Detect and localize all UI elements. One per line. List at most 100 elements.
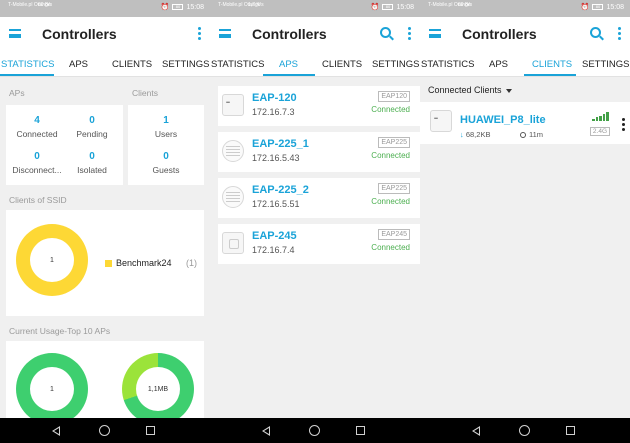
signal-bar bbox=[606, 112, 609, 121]
ap-status: Connected bbox=[371, 197, 410, 206]
band-badge: 2.4G bbox=[589, 127, 610, 136]
client-filter-dropdown[interactable]: Connected Clients bbox=[428, 85, 512, 95]
clients-header: Clients bbox=[132, 88, 158, 98]
android-nav-bar bbox=[210, 418, 420, 443]
more-options-icon[interactable] bbox=[618, 27, 622, 40]
client-name: HUAWEI_P8_lite bbox=[460, 114, 546, 126]
app-title: Controllers bbox=[42, 26, 117, 42]
tab-statistics[interactable]: STATISTICS bbox=[1, 59, 54, 70]
search-icon[interactable] bbox=[380, 27, 391, 38]
tab-indicator bbox=[524, 74, 576, 76]
ap-name: EAP-120 bbox=[252, 92, 297, 104]
ap-row[interactable]: EAP-225_2 172.16.5.51 EAP225 Connected bbox=[218, 178, 420, 218]
signal-bar bbox=[592, 119, 595, 121]
ap-row[interactable]: EAP-120 172.16.7.3 EAP120 Connected bbox=[218, 86, 420, 126]
tab-clients[interactable]: CLIENTS bbox=[112, 59, 152, 70]
usage-chart-card[interactable]: 1 1,1MB bbox=[6, 341, 204, 425]
aps-screen: T-Mobile.pl Orange 1,7 K/s ⏰ 80 15:08 Co… bbox=[210, 0, 420, 443]
tab-clients[interactable]: CLIENTS bbox=[322, 59, 362, 70]
app-bar: Controllers bbox=[420, 17, 630, 51]
clients-screen: T-Mobile.pl Orange 69 B/s ⏰ 80 15:08 Con… bbox=[420, 0, 630, 443]
dropdown-arrow-icon bbox=[505, 88, 512, 93]
app-bar: Controllers bbox=[210, 17, 420, 51]
hamburger-menu-icon[interactable] bbox=[9, 29, 21, 38]
legend-swatch bbox=[105, 260, 112, 267]
client-filter-label: Connected Clients bbox=[428, 85, 502, 95]
aps-header: APs bbox=[9, 88, 25, 98]
client-more-options-icon[interactable] bbox=[622, 118, 625, 133]
home-icon[interactable] bbox=[99, 425, 110, 436]
ap-name: EAP-245 bbox=[252, 230, 297, 242]
ap-model-badge: EAP245 bbox=[378, 229, 410, 240]
ap-round-icon bbox=[222, 140, 244, 162]
network-speed: 69 B/s bbox=[458, 2, 473, 8]
aps-stats-card[interactable]: 4 Connected 0 Pending 0 Disconnect... 0 … bbox=[6, 105, 123, 185]
network-speed: 1,7 K/s bbox=[248, 2, 264, 8]
disconnected-count: 0 bbox=[34, 151, 40, 162]
alarm-icon: ⏰ bbox=[160, 4, 170, 11]
users-count: 1 bbox=[163, 115, 169, 126]
back-icon[interactable] bbox=[262, 426, 270, 436]
recent-apps-icon[interactable] bbox=[356, 426, 365, 435]
device-icon bbox=[430, 110, 452, 132]
pending-label: Pending bbox=[76, 129, 108, 139]
signal-bar bbox=[595, 117, 599, 121]
tab-aps[interactable]: APS bbox=[69, 59, 88, 70]
pending-count: 0 bbox=[89, 115, 95, 126]
tab-aps[interactable]: APS bbox=[279, 59, 298, 70]
connected-count: 4 bbox=[34, 115, 40, 126]
tab-settings[interactable]: SETTINGS bbox=[582, 59, 630, 70]
tab-bar: STATISTICS APS CLIENTS SETTINGS bbox=[0, 51, 210, 77]
battery-icon: 80 bbox=[382, 4, 394, 10]
ap-model-badge: EAP120 bbox=[378, 91, 410, 102]
tab-statistics[interactable]: STATISTICS bbox=[211, 59, 264, 70]
clients-stats-card[interactable]: 1 Users 0 Guests bbox=[128, 105, 204, 185]
tab-settings[interactable]: SETTINGS bbox=[162, 59, 210, 70]
clock-time: 15:08 bbox=[186, 3, 204, 11]
ap-status: Connected bbox=[371, 151, 410, 160]
home-icon[interactable] bbox=[519, 425, 530, 436]
clock-time: 15:08 bbox=[396, 3, 414, 11]
search-icon[interactable] bbox=[590, 27, 601, 38]
back-icon[interactable] bbox=[472, 426, 480, 436]
tab-statistics[interactable]: STATISTICS bbox=[421, 59, 474, 70]
clients-list: Connected Clients HUAWEI_P8_lite ↓ 68,2K… bbox=[420, 78, 630, 418]
hamburger-menu-icon[interactable] bbox=[429, 29, 441, 38]
recent-apps-icon[interactable] bbox=[146, 426, 155, 435]
ssid-header: Clients of SSID bbox=[9, 195, 67, 205]
app-bar: Controllers bbox=[0, 17, 210, 51]
ap-name: EAP-225_1 bbox=[252, 138, 309, 150]
more-options-icon[interactable] bbox=[408, 27, 412, 40]
guests-label: Guests bbox=[152, 165, 180, 175]
recent-apps-icon[interactable] bbox=[566, 426, 575, 435]
tab-clients[interactable]: CLIENTS bbox=[532, 59, 572, 70]
clock-icon bbox=[520, 132, 526, 138]
ap-ip: 172.16.5.51 bbox=[252, 199, 300, 209]
connected-label: Connected bbox=[16, 129, 58, 139]
ap-status: Connected bbox=[371, 243, 410, 252]
status-bar: T-Mobile.pl Orange 60 B/s ⏰ 80 15:08 bbox=[0, 0, 210, 17]
ssid-donut-value: 1 bbox=[30, 238, 74, 282]
signal-bar bbox=[602, 113, 606, 121]
ap-model-badge: EAP225 bbox=[378, 137, 410, 148]
ap-ip: 172.16.7.3 bbox=[252, 107, 295, 117]
ssid-chart-card[interactable]: 1 Benchmark24 (1) bbox=[6, 210, 204, 316]
statistics-screen: T-Mobile.pl Orange 60 B/s ⏰ 80 15:08 Con… bbox=[0, 0, 210, 443]
client-download: ↓ 68,2KB bbox=[460, 130, 490, 139]
more-options-icon[interactable] bbox=[198, 27, 202, 40]
download-arrow-icon: ↓ bbox=[460, 130, 464, 139]
app-title: Controllers bbox=[462, 26, 537, 42]
ap-row[interactable]: EAP-245 172.16.7.4 EAP245 Connected bbox=[218, 224, 420, 264]
client-row[interactable]: HUAWEI_P8_lite ↓ 68,2KB 11m 2.4G bbox=[420, 102, 630, 144]
battery-icon: 80 bbox=[592, 4, 604, 10]
network-speed: 60 B/s bbox=[38, 2, 53, 8]
hamburger-menu-icon[interactable] bbox=[219, 29, 231, 38]
ap-ip: 172.16.5.43 bbox=[252, 153, 300, 163]
ap-row[interactable]: EAP-225_1 172.16.5.43 EAP225 Connected bbox=[218, 132, 420, 172]
back-icon[interactable] bbox=[52, 426, 60, 436]
tab-settings[interactable]: SETTINGS bbox=[372, 59, 420, 70]
home-icon[interactable] bbox=[309, 425, 320, 436]
tab-aps[interactable]: APS bbox=[489, 59, 508, 70]
legend-ssid-name: Benchmark24 bbox=[116, 258, 172, 268]
ap-status: Connected bbox=[371, 105, 410, 114]
